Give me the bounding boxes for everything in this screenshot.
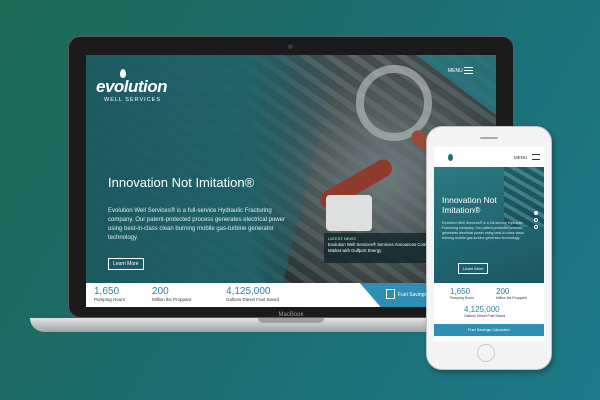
image-block <box>326 195 372 231</box>
hero-title: Innovation Not Imitation® <box>108 175 255 190</box>
carousel-dot[interactable] <box>534 225 538 229</box>
stat-value: 1,650 <box>94 286 120 297</box>
mobile-fuel-savings-button[interactable]: Fuel Savings Calculator <box>434 324 544 336</box>
stat-value: 1,650 <box>450 287 471 296</box>
stat-value: 200 <box>152 286 169 297</box>
laptop-brand-label: MacBook <box>278 312 304 318</box>
laptop-notch <box>258 318 324 323</box>
calculator-icon <box>386 289 395 299</box>
stat-label: Million lbs Proppant <box>152 297 192 302</box>
stat-value: 4,125,000 <box>464 305 500 314</box>
carousel-dot[interactable] <box>534 211 538 215</box>
mobile-stat-item: 200 Million lbs Proppant <box>496 287 527 300</box>
mobile-hamburger-icon[interactable] <box>532 154 540 160</box>
stat-value: 4,125,000 <box>226 286 271 297</box>
mobile-learn-more-button[interactable]: Learn More <box>458 263 489 274</box>
mobile-hero-title: Innovation Not Imitation® <box>442 195 497 215</box>
hero-body: Evolution Well Services® is a full-servi… <box>108 208 285 241</box>
menu-label[interactable]: MENU <box>448 68 463 74</box>
stat-item: 4,125,000 Gallons Diesel Fuel Saved <box>226 286 279 302</box>
stat-label: Gallons Diesel Fuel Saved <box>464 314 506 318</box>
mobile-hero-body: Evolution Well Services® is a full-servi… <box>442 221 525 240</box>
stat-item: 200 Million lbs Proppant <box>152 286 191 302</box>
stat-label: Million lbs Proppant <box>496 296 527 300</box>
phone-speaker <box>480 137 498 139</box>
stat-item: 1,650 Pumping Hours <box>94 286 125 302</box>
site-logo-subtitle: WELL SERVICES <box>104 97 162 103</box>
mobile-stat-item: 4,125,000 Gallons Diesel Fuel Saved <box>464 305 505 318</box>
news-label: LATEST NEWS <box>328 236 356 241</box>
laptop-camera <box>288 44 293 49</box>
phone-home-button[interactable] <box>477 344 495 362</box>
learn-more-button[interactable]: Learn More <box>108 258 144 270</box>
mobile-menu-label[interactable]: MENU <box>514 155 527 160</box>
stat-label: Pumping Hours <box>94 297 126 302</box>
phone-screen: MENU Innovation Not Imitation® Evolution… <box>434 147 544 341</box>
stat-label: Pumping Hours <box>450 296 475 300</box>
stat-label: Gallons Diesel Fuel Saved <box>226 297 280 302</box>
site-logo[interactable]: evolution <box>96 77 168 97</box>
mobile-stat-item: 1,650 Pumping Hours <box>450 287 474 300</box>
carousel-dot[interactable] <box>534 218 538 222</box>
hamburger-menu-icon[interactable] <box>464 67 473 74</box>
stat-value: 200 <box>496 287 510 296</box>
mobile-flame-logo-icon[interactable] <box>448 154 453 161</box>
